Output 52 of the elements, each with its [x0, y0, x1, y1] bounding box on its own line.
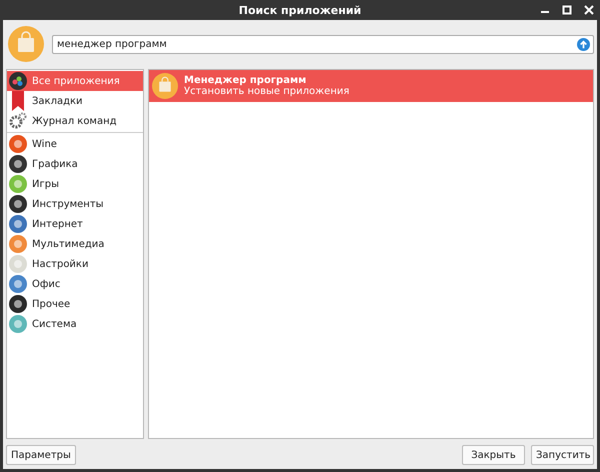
item-label: Wine	[32, 138, 57, 150]
sidebar-item[interactable]: Wine	[7, 134, 143, 154]
dialog-button[interactable]: Закрыть	[462, 445, 525, 465]
sidebar-item[interactable]: Прочее	[7, 294, 143, 314]
category-icon	[9, 315, 27, 333]
window-title: Поиск приложений	[238, 4, 362, 16]
sidebar-item[interactable]: Все приложения	[7, 71, 143, 91]
sidebar-item[interactable]: Офис	[7, 274, 143, 294]
sidebar-item[interactable]: Журнал команд	[7, 111, 143, 131]
sidebar-item[interactable]: Система	[7, 314, 143, 334]
category-icon	[9, 195, 27, 213]
bookmark-icon	[9, 91, 27, 111]
close-icon[interactable]	[584, 5, 594, 15]
item-label: Настройки	[32, 258, 88, 270]
category-icon	[9, 175, 27, 193]
item-label: Инструменты	[32, 198, 104, 210]
item-label: Прочее	[32, 298, 70, 310]
gears-icon	[9, 112, 27, 130]
item-label: Все приложения	[32, 76, 120, 86]
apps-icon	[9, 72, 27, 90]
item-label: Игры	[32, 178, 59, 190]
sidebar-item[interactable]: Мультимедиа	[7, 234, 143, 254]
search-field[interactable]: менеджер программ	[52, 34, 594, 54]
sidebar-item[interactable]: Игры	[7, 174, 143, 194]
item-label: Мультимедиа	[32, 238, 104, 250]
item-label: Графика	[32, 158, 78, 170]
category-icon	[9, 215, 27, 233]
dialog-button[interactable]: Запустить	[531, 445, 594, 465]
item-label: Офис	[32, 278, 60, 290]
maximize-icon[interactable]	[562, 5, 572, 15]
category-icon	[9, 295, 27, 313]
sidebar-item[interactable]: Интернет	[7, 214, 143, 234]
category-icon	[9, 155, 27, 173]
shopping-bag-icon	[152, 73, 178, 99]
item-label: Интернет	[32, 218, 83, 230]
sidebar-item[interactable]: Графика	[7, 154, 143, 174]
app-description: Установить новые приложения	[184, 86, 350, 97]
shopping-bag-icon	[8, 26, 44, 62]
category-icon	[9, 255, 27, 273]
category-icon	[9, 235, 27, 253]
item-label: Журнал команд	[32, 116, 117, 126]
item-label: Закладки	[32, 96, 83, 106]
up-arrow-icon[interactable]	[577, 38, 590, 50]
result-item[interactable]: Менеджер программ Установить новые приложения	[149, 70, 593, 102]
sidebar-item[interactable]: Закладки	[7, 91, 143, 111]
category-icon	[9, 135, 27, 153]
item-label: Система	[32, 318, 77, 330]
sidebar-item[interactable]: Настройки	[7, 254, 143, 274]
app-name: Менеджер программ	[184, 75, 308, 86]
sidebar-item[interactable]: Инструменты	[7, 194, 143, 214]
settings-button[interactable]: Параметры	[6, 445, 76, 465]
category-icon	[9, 275, 27, 293]
